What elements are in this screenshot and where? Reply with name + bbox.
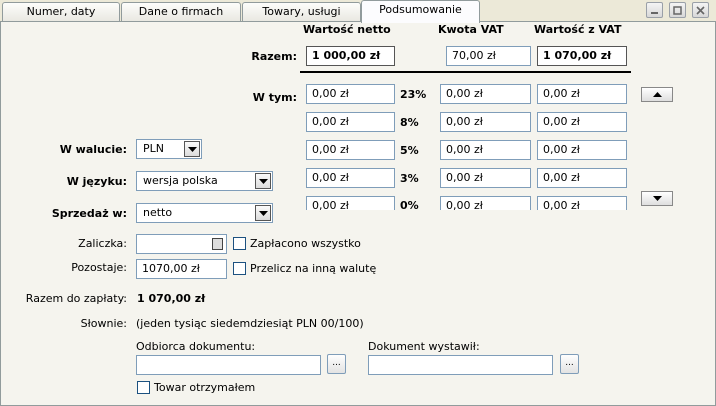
header-vat: Kwota VAT [438, 23, 504, 36]
towar-checkbox[interactable] [137, 381, 150, 394]
rate-vat-field[interactable]: 0,00 zł [440, 84, 531, 104]
browse-label: ... [332, 358, 341, 368]
zaplacono-checkbox[interactable] [233, 237, 246, 250]
wystawil-field[interactable] [368, 355, 553, 375]
jezyk-value: wersja polska [143, 174, 218, 187]
tab-label: Podsumowanie [379, 3, 462, 16]
tab-numer-daty[interactable]: Numer, daty [2, 2, 120, 22]
razem-vat-field[interactable]: 70,00 zł [446, 46, 531, 66]
w-tym-label: W tym: [252, 91, 297, 104]
dropdown-button[interactable] [184, 141, 200, 157]
rate-brutto-field[interactable]: 0,00 zł [537, 84, 627, 104]
rate-vat-field[interactable]: 0,00 zł [440, 168, 531, 188]
razem-netto-field[interactable]: 1 000,00 zł [306, 46, 395, 66]
chevron-down-icon [259, 179, 268, 184]
tab-strip: Numer, daty Dane o firmach Towary, usług… [0, 0, 716, 23]
scroll-up-button[interactable] [641, 87, 673, 102]
zaliczka-field[interactable] [136, 234, 227, 254]
odbiorca-field[interactable] [136, 355, 321, 375]
rate-vat-field[interactable]: 0,00 zł [440, 112, 531, 132]
towar-label: Towar otrzymałem [154, 381, 256, 394]
close-button[interactable] [692, 2, 709, 18]
rate-netto-field[interactable]: 0,00 zł [306, 140, 395, 160]
tab-towary-uslugi[interactable]: Towary, usługi [242, 2, 361, 22]
razem-do-zaplaty-value: 1 070,00 zł [137, 292, 206, 305]
slownie-value: (jeden tysiąc siedemdziesiąt PLN 00/100) [136, 317, 364, 330]
razem-do-zaplaty-label: Razem do zapłaty: [25, 292, 127, 305]
calendar-icon[interactable] [212, 238, 223, 250]
minimize-icon [651, 12, 658, 14]
zaplacono-label: Zapłacono wszystko [250, 237, 361, 250]
header-netto: Wartość netto [303, 23, 391, 36]
rate-netto-field[interactable]: 0,00 zł [306, 84, 395, 104]
dropdown-button[interactable] [255, 173, 271, 189]
browse-label: ... [565, 358, 574, 368]
minimize-button[interactable] [646, 2, 663, 18]
tab-dane-o-firmach[interactable]: Dane o firmach [121, 2, 241, 22]
rate-brutto-field[interactable]: 0,00 zł [537, 196, 627, 210]
sprzedaz-label: Sprzedaż w: [51, 207, 127, 220]
rate-brutto-field[interactable]: 0,00 zł [537, 168, 627, 188]
waluta-value: PLN [143, 142, 164, 155]
rate-pct-label: 3% [400, 172, 419, 185]
waluta-select[interactable]: PLN [136, 139, 202, 159]
scroll-down-button[interactable] [641, 191, 673, 206]
rate-pct-label: 0% [400, 199, 419, 210]
razem-brutto-field[interactable]: 1 070,00 zł [537, 46, 627, 66]
pozostaje-label: Pozostaje: [71, 261, 127, 274]
rate-netto-field[interactable]: 0,00 zł [306, 196, 395, 210]
rate-netto-field[interactable]: 0,00 zł [306, 112, 395, 132]
waluta-label: W walucie: [59, 143, 127, 156]
slownie-label: Słownie: [80, 317, 127, 330]
odbiorca-browse-button[interactable]: ... [327, 354, 346, 374]
rates-clip: 0,00 zł 0% 0,00 zł 0,00 zł [300, 196, 631, 210]
odbiorca-label: Odbiorca dokumentu: [136, 340, 256, 353]
arrow-up-icon [653, 92, 662, 97]
jezyk-label: W języku: [66, 175, 127, 188]
tab-podsumowanie[interactable]: Podsumowanie [361, 0, 480, 23]
tab-label: Towary, usługi [262, 5, 341, 18]
rate-netto-field[interactable]: 0,00 zł [306, 168, 395, 188]
maximize-icon [673, 6, 682, 15]
maximize-button[interactable] [669, 2, 686, 18]
rate-vat-field[interactable]: 0,00 zł [440, 140, 531, 160]
wystawil-browse-button[interactable]: ... [560, 354, 579, 374]
close-icon [696, 6, 705, 15]
przelicz-checkbox[interactable] [233, 262, 246, 275]
sprzedaz-select[interactable]: netto [136, 203, 273, 223]
rate-brutto-field[interactable]: 0,00 zł [537, 140, 627, 160]
wystawil-label: Dokument wystawił: [368, 340, 480, 353]
header-brutto: Wartość z VAT [534, 23, 622, 36]
rate-brutto-field[interactable]: 0,00 zł [537, 112, 627, 132]
zaliczka-label: Zaliczka: [78, 237, 127, 250]
sprzedaz-value: netto [143, 206, 173, 219]
dropdown-button[interactable] [255, 205, 271, 221]
chevron-down-icon [188, 147, 197, 152]
jezyk-select[interactable]: wersja polska [136, 171, 273, 191]
arrow-down-icon [653, 196, 662, 201]
tab-label: Numer, daty [26, 5, 96, 18]
rate-pct-label: 5% [400, 144, 419, 157]
razem-label: Razem: [251, 50, 297, 63]
pozostaje-field[interactable]: 1070,00 zł [136, 259, 227, 279]
rate-pct-label: 8% [400, 116, 419, 129]
tab-label: Dane o firmach [138, 5, 224, 18]
rate-vat-field[interactable]: 0,00 zł [440, 196, 531, 210]
rate-pct-label: 23% [400, 88, 427, 101]
przelicz-label: Przelicz na inną walutę [250, 262, 377, 275]
total-divider [300, 71, 631, 73]
chevron-down-icon [259, 211, 268, 216]
